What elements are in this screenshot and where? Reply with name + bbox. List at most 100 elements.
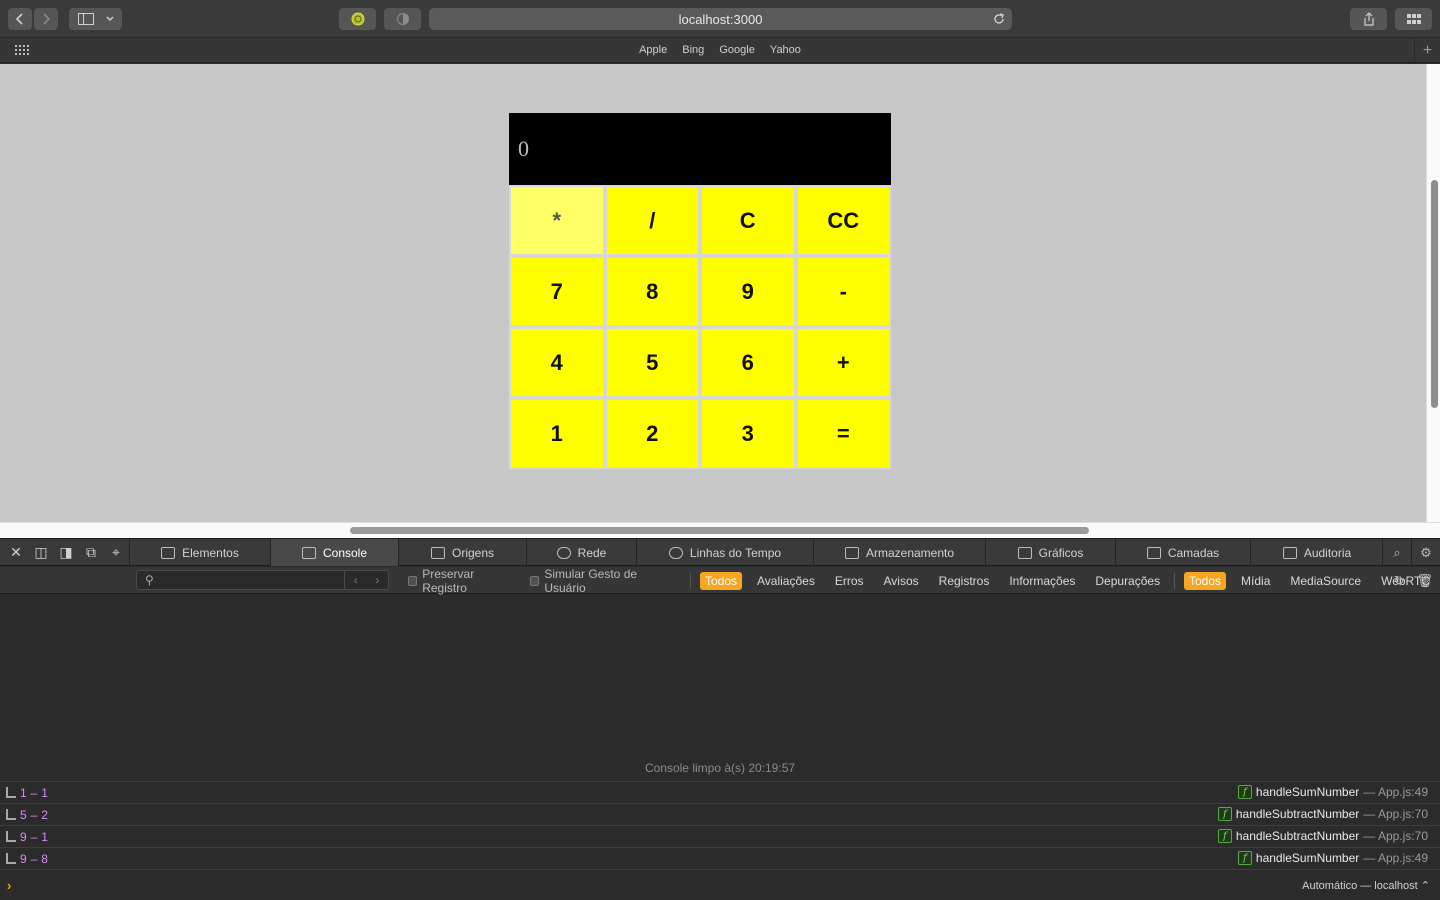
key-5[interactable]: 5 bbox=[604, 327, 700, 398]
tab-origens[interactable]: Origens bbox=[398, 539, 526, 566]
log-row[interactable]: 1 – 1 f handleSumNumber — App.js:49 bbox=[0, 781, 1440, 803]
log-row[interactable]: 9 – 1 f handleSubtractNumber — App.js:70 bbox=[0, 825, 1440, 847]
key-clear-all[interactable]: CC bbox=[795, 185, 891, 256]
log-source[interactable]: f handleSumNumber — App.js:49 bbox=[1237, 851, 1428, 865]
favorite-google[interactable]: Google bbox=[719, 44, 754, 56]
level-filter-avisos[interactable]: Avisos bbox=[879, 572, 924, 590]
tab-console[interactable]: Console bbox=[270, 539, 398, 566]
calculator-display: 0 bbox=[509, 113, 891, 185]
log-icon bbox=[6, 853, 16, 864]
trash-icon[interactable]: 🗑 bbox=[1416, 573, 1433, 589]
key-multiply[interactable]: * bbox=[509, 185, 605, 256]
vertical-scrollbar[interactable] bbox=[1426, 64, 1440, 524]
close-icon[interactable]: ✕ bbox=[8, 544, 24, 561]
simulate-gesture-checkbox[interactable]: Simular Gesto de Usuário bbox=[530, 567, 668, 595]
back-button[interactable] bbox=[8, 8, 32, 30]
log-row[interactable]: 9 – 8 f handleSumNumber — App.js:49 bbox=[0, 847, 1440, 869]
execution-context-select[interactable]: Automático — localhost ⌃ bbox=[1302, 879, 1430, 892]
source-filter-mediasource[interactable]: MediaSource bbox=[1285, 572, 1366, 590]
inspector-tools: ✕ ◫ ◨ ⧉ ⌖ bbox=[0, 539, 124, 566]
dock-right-icon[interactable]: ◨ bbox=[58, 544, 74, 561]
tab-linhas-do-tempo[interactable]: Linhas do Tempo bbox=[636, 539, 813, 566]
url-text: localhost:3000 bbox=[678, 11, 763, 27]
horizontal-scrollbar[interactable] bbox=[0, 522, 1440, 538]
level-filter-informacoes[interactable]: Informações bbox=[1004, 572, 1080, 590]
log-location: — App.js:70 bbox=[1363, 829, 1428, 843]
key-subtract[interactable]: - bbox=[795, 256, 891, 327]
console-output: Console limpo à(s) 20:19:57 1 – 1 f hand… bbox=[0, 595, 1440, 900]
level-filter-depuracoes[interactable]: Depurações bbox=[1090, 572, 1165, 590]
plus-icon: + bbox=[1422, 41, 1433, 59]
key-divide[interactable]: / bbox=[604, 185, 700, 256]
search-icon[interactable]: ⌕ bbox=[1382, 539, 1411, 566]
storage-icon bbox=[844, 546, 859, 559]
address-bar[interactable]: localhost:3000 bbox=[429, 8, 1012, 30]
key-4[interactable]: 4 bbox=[509, 327, 605, 398]
log-row[interactable]: 5 – 2 f handleSubtractNumber — App.js:70 bbox=[0, 803, 1440, 825]
vertical-scroll-thumb[interactable] bbox=[1431, 180, 1438, 408]
forward-button[interactable] bbox=[34, 8, 58, 30]
log-source[interactable]: f handleSubtractNumber — App.js:70 bbox=[1217, 807, 1428, 821]
function-icon: f bbox=[1237, 785, 1252, 799]
tab-armazenamento[interactable]: Armazenamento bbox=[813, 539, 985, 566]
key-8[interactable]: 8 bbox=[604, 256, 700, 327]
key-equals[interactable]: = bbox=[795, 398, 891, 469]
key-9[interactable]: 9 bbox=[700, 256, 796, 327]
undock-icon[interactable]: ⧉ bbox=[83, 544, 99, 561]
new-tab-button[interactable]: + bbox=[1414, 38, 1440, 63]
console-cleared-message: Console limpo à(s) 20:19:57 bbox=[644, 761, 796, 775]
sidebar-icon bbox=[78, 13, 94, 25]
key-clear[interactable]: C bbox=[700, 185, 796, 256]
inspector-tab-bar: ✕ ◫ ◨ ⧉ ⌖ Elementos Console Origens Rede… bbox=[0, 538, 1440, 566]
tab-overview-button[interactable] bbox=[1395, 8, 1432, 30]
level-filter-avaliacoes[interactable]: Avaliações bbox=[752, 572, 820, 590]
tab-graficos[interactable]: Gráficos bbox=[985, 539, 1115, 566]
tab-camadas[interactable]: Camadas bbox=[1115, 539, 1250, 566]
chevron-left-icon[interactable]: ‹ bbox=[345, 571, 367, 589]
log-source[interactable]: f handleSumNumber — App.js:49 bbox=[1237, 785, 1428, 799]
key-3[interactable]: 3 bbox=[700, 398, 796, 469]
share-button[interactable] bbox=[1350, 8, 1387, 30]
gear-icon[interactable]: ⚙ bbox=[1411, 539, 1440, 566]
key-6[interactable]: 6 bbox=[700, 327, 796, 398]
console-prompt[interactable]: › Automático — localhost ⌃ bbox=[0, 869, 1440, 900]
log-message: 5 – 2 bbox=[20, 807, 49, 822]
console-filter-input[interactable]: ⚲ ‹ › bbox=[136, 570, 389, 590]
checkbox-box bbox=[408, 575, 418, 586]
reader-button[interactable] bbox=[384, 8, 421, 30]
favorite-apple[interactable]: Apple bbox=[639, 44, 667, 56]
source-filter-midia[interactable]: Mídia bbox=[1236, 572, 1275, 590]
key-2[interactable]: 2 bbox=[604, 398, 700, 469]
horizontal-scroll-thumb[interactable] bbox=[350, 527, 1089, 534]
key-1[interactable]: 1 bbox=[509, 398, 605, 469]
key-add[interactable]: + bbox=[795, 327, 891, 398]
chevron-right-icon[interactable]: › bbox=[367, 571, 389, 589]
divider bbox=[690, 572, 691, 589]
source-filter-todos[interactable]: Todos bbox=[1184, 571, 1227, 590]
tabs-grid-icon bbox=[1406, 14, 1421, 24]
extension-button[interactable] bbox=[339, 8, 376, 30]
favorites-bar: Apple Bing Google Yahoo + bbox=[0, 37, 1440, 63]
log-function: handleSubtractNumber bbox=[1235, 829, 1360, 843]
reload-icon[interactable] bbox=[992, 12, 1006, 26]
dock-bottom-icon[interactable]: ◫ bbox=[33, 544, 49, 561]
tab-elementos[interactable]: Elementos bbox=[129, 539, 270, 566]
favorite-bing[interactable]: Bing bbox=[682, 44, 704, 56]
graphics-icon bbox=[1017, 546, 1032, 559]
key-7[interactable]: 7 bbox=[509, 256, 605, 327]
tab-rede[interactable]: Rede bbox=[526, 539, 636, 566]
element-picker-icon[interactable]: ⌖ bbox=[108, 544, 124, 561]
preserve-log-checkbox[interactable]: Preservar Registro bbox=[408, 567, 512, 595]
refresh-icon[interactable]: ↻ bbox=[1394, 573, 1405, 589]
tab-auditoria[interactable]: Auditoria bbox=[1250, 539, 1383, 566]
favorite-yahoo[interactable]: Yahoo bbox=[770, 44, 801, 56]
shield-icon bbox=[396, 13, 409, 25]
level-filter-todos[interactable]: Todos bbox=[699, 571, 743, 590]
log-source[interactable]: f handleSubtractNumber — App.js:70 bbox=[1217, 829, 1428, 843]
sidebar-toggle-button[interactable] bbox=[69, 8, 122, 30]
inspector-right-tools: ⌕ ⚙ bbox=[1382, 539, 1440, 566]
level-filter-registros[interactable]: Registros bbox=[934, 572, 995, 590]
sources-icon bbox=[430, 546, 445, 559]
log-function: handleSubtractNumber bbox=[1235, 807, 1360, 821]
level-filter-erros[interactable]: Erros bbox=[830, 572, 869, 590]
